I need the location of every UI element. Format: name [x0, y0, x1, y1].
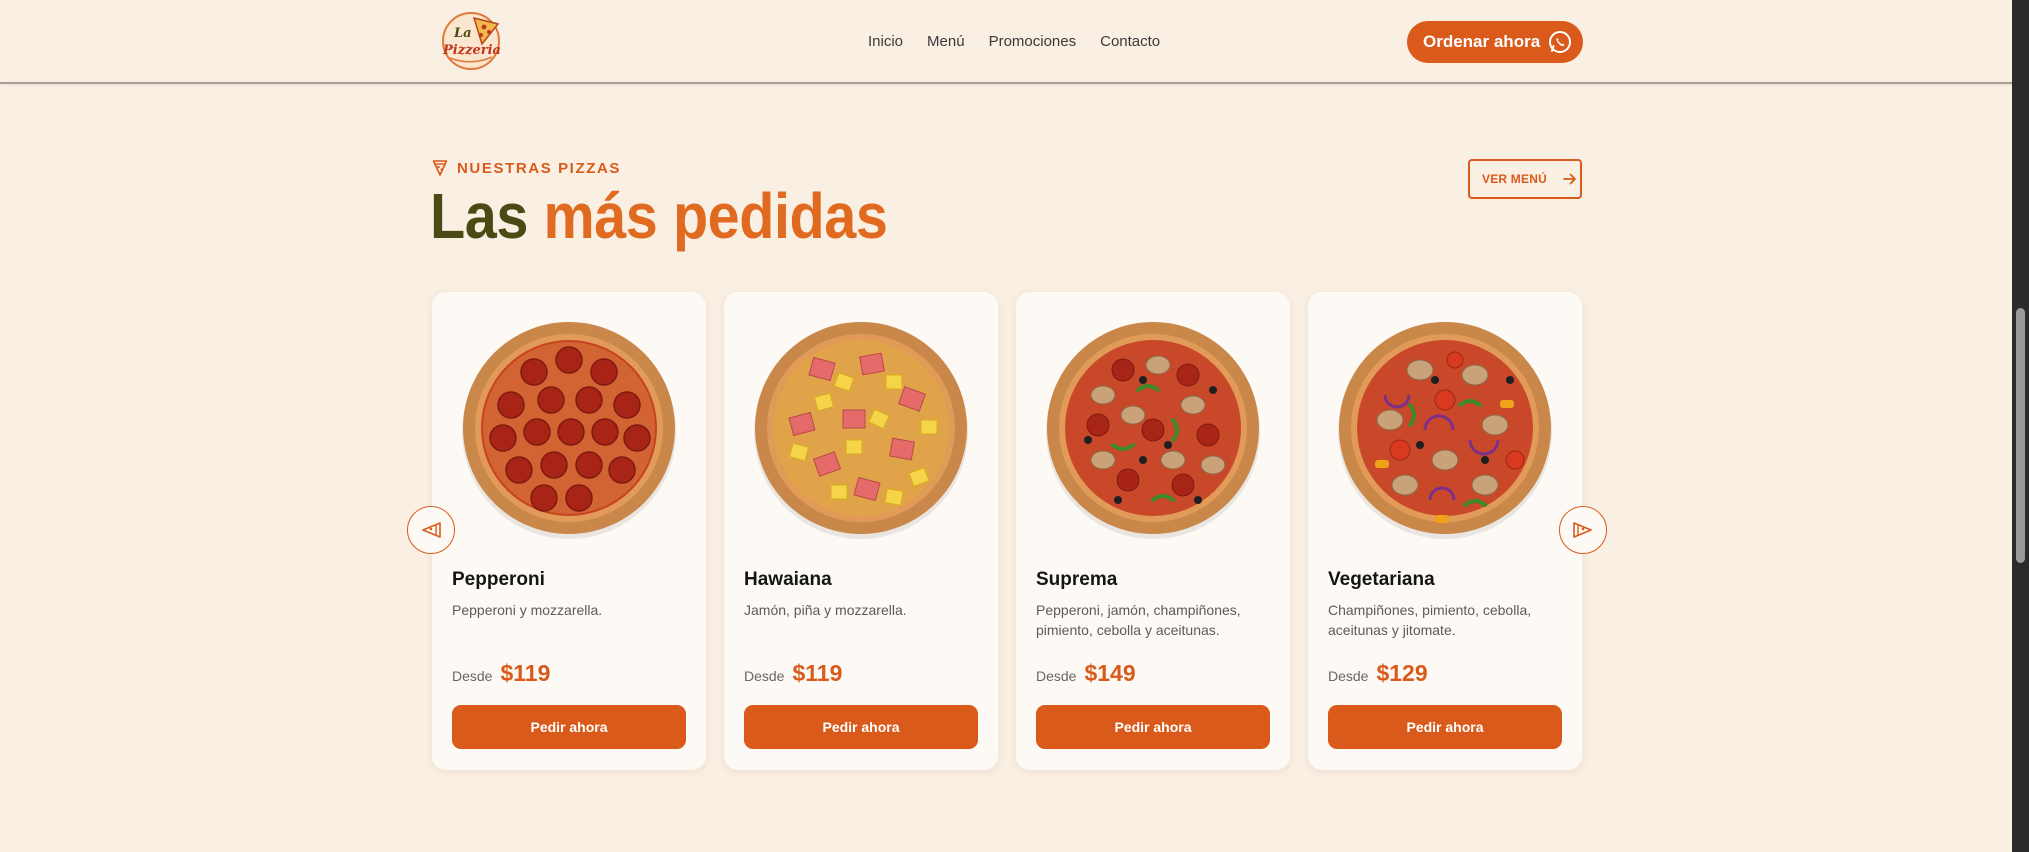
- pizza-card-pepperoni: Pepperoni Pepperoni y mozzarella. Desde …: [432, 292, 706, 770]
- section-eyebrow-label: NUESTRAS PIZZAS: [457, 159, 622, 177]
- section-title-part1: Las: [430, 180, 528, 252]
- order-vegetariana-button[interactable]: Pedir ahora: [1328, 705, 1562, 749]
- pizza-name: Vegetariana: [1328, 569, 1435, 590]
- section-eyebrow: NUESTRAS PIZZAS: [432, 159, 621, 177]
- pizza-price: Desde $129: [1328, 660, 1428, 687]
- order-pepperoni-button[interactable]: Pedir ahora: [452, 705, 686, 749]
- price-value: $119: [500, 660, 551, 686]
- pizza-price: Desde $119: [452, 660, 550, 687]
- order-hawaiana-button[interactable]: Pedir ahora: [744, 705, 978, 749]
- pizza-slice-right-icon: [1573, 522, 1592, 538]
- pizza-description: Jamón, piña y mozzarella.: [744, 602, 907, 618]
- price-label: Desde: [1328, 668, 1369, 684]
- svg-text:La: La: [453, 26, 472, 41]
- pizza-price: Desde $149: [1036, 660, 1136, 687]
- pizza-description: Champiñones, pimiento, cebolla, aceituna…: [1328, 602, 1532, 638]
- page-scrollbar[interactable]: [2012, 0, 2029, 852]
- arrow-right-icon: [1563, 173, 1576, 185]
- order-now-label: Ordenar ahora: [1423, 32, 1541, 51]
- pizza-hawaiana-image: [754, 322, 968, 539]
- pizza-description: Pepperoni, jamón, champiñones, pimiento,…: [1036, 602, 1241, 638]
- price-label: Desde: [744, 668, 785, 684]
- carousel-prev-button[interactable]: [407, 506, 455, 554]
- svg-text:Pizzeria: Pizzeria: [442, 43, 501, 58]
- nav-link-inicio[interactable]: Inicio: [868, 33, 903, 51]
- pizza-card-vegetariana: Vegetariana Champiñones, pimiento, cebol…: [1308, 292, 1582, 770]
- scrollbar-thumb[interactable]: [2016, 308, 2025, 563]
- nav-link-contacto[interactable]: Contacto: [1100, 33, 1160, 51]
- nav-link-promociones[interactable]: Promociones: [989, 33, 1077, 51]
- price-value: $129: [1376, 660, 1428, 686]
- site-header: La Pizzeria Inicio Menú Promociones Cont…: [0, 0, 2012, 84]
- pizza-card-suprema: Suprema Pepperoni, jamón, champiñones, p…: [1016, 292, 1290, 770]
- carousel-next-button[interactable]: [1559, 506, 1607, 554]
- pizza-name: Pepperoni: [452, 569, 545, 590]
- pizza-name: Hawaiana: [744, 569, 832, 590]
- nav-link-menu[interactable]: Menú: [927, 33, 965, 51]
- whatsapp-icon: [1547, 29, 1573, 55]
- price-label: Desde: [1036, 668, 1077, 684]
- pizza-card-hawaiana: Hawaiana Jamón, piña y mozzarella. Desde…: [724, 292, 998, 770]
- main-nav: Inicio Menú Promociones Contacto: [868, 33, 1184, 51]
- price-value: $119: [792, 660, 843, 686]
- price-label: Desde: [452, 668, 493, 684]
- pizza-vegetariana-image: [1338, 322, 1552, 539]
- section-title: Las más pedidas: [430, 178, 888, 254]
- order-now-button[interactable]: Ordenar ahora: [1407, 21, 1583, 63]
- pizza-slice-icon: [432, 160, 448, 176]
- order-suprema-button[interactable]: Pedir ahora: [1036, 705, 1270, 749]
- pizza-price: Desde $119: [744, 660, 842, 687]
- section-title-part2: más pedidas: [543, 180, 888, 252]
- pizzeria-logo[interactable]: La Pizzeria: [440, 10, 504, 70]
- pizza-description: Pepperoni y mozzarella.: [452, 602, 603, 618]
- price-value: $149: [1084, 660, 1136, 686]
- view-menu-label: VER MENÚ: [1482, 172, 1547, 186]
- pizza-name: Suprema: [1036, 569, 1118, 590]
- pizza-suprema-image: [1046, 322, 1260, 539]
- pizza-pepperoni-image: [462, 322, 676, 539]
- pizza-slice-left-icon: [422, 522, 441, 538]
- view-menu-button[interactable]: VER MENÚ: [1468, 159, 1582, 199]
